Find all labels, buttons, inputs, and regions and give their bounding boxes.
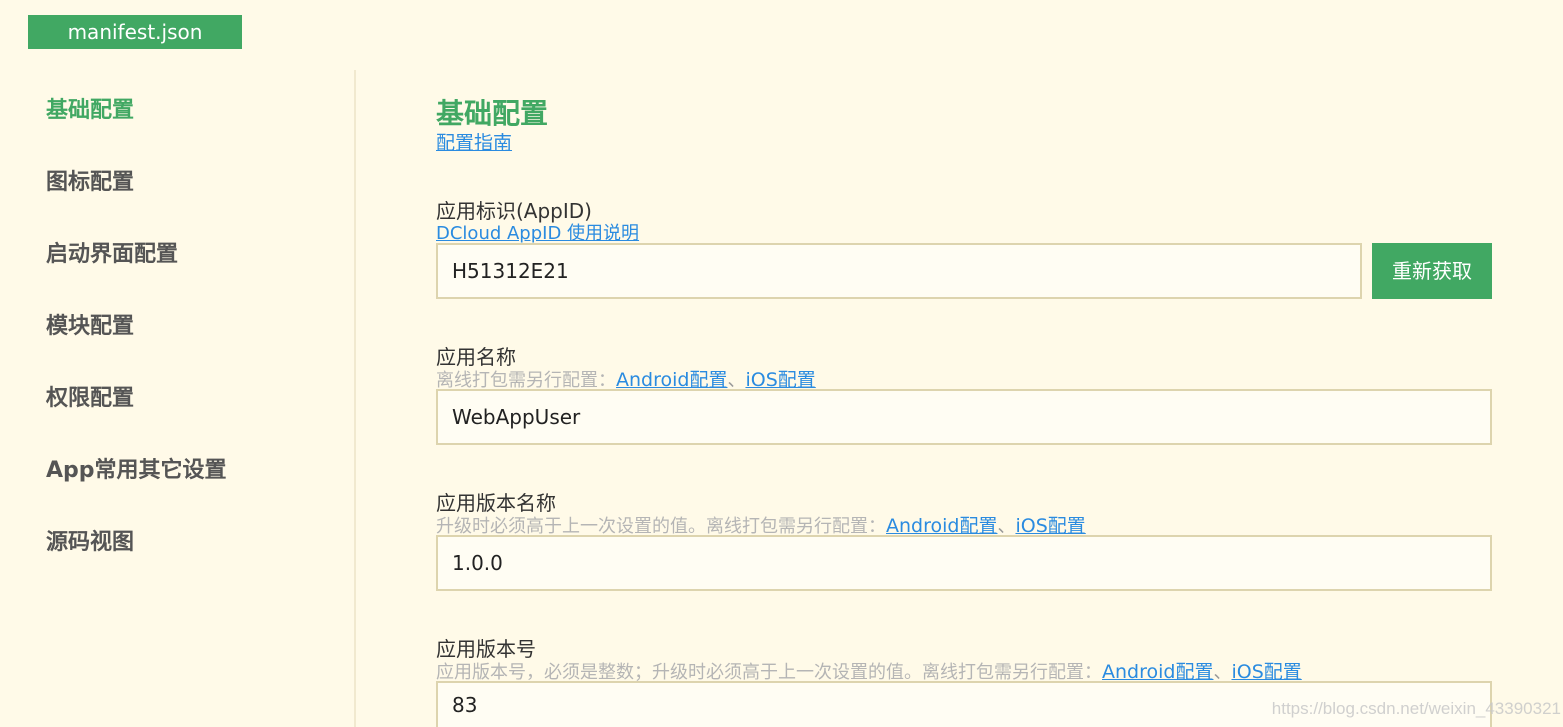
sidebar-item-permission-config[interactable]: 权限配置 — [46, 380, 134, 412]
appid-help-link[interactable]: DCloud AppID 使用说明 — [436, 219, 639, 245]
version-name-hint: 升级时必须高于上一次设置的值。离线打包需另行配置：Android配置、iOS配置 — [436, 511, 1086, 538]
tab-manifest-json[interactable]: manifest.json — [28, 15, 242, 49]
version-name-separator: 、 — [997, 516, 1016, 537]
app-name-separator: 、 — [727, 370, 746, 391]
sidebar-item-source-view[interactable]: 源码视图 — [46, 524, 134, 556]
version-code-android-link[interactable]: Android配置 — [1102, 661, 1213, 683]
watermark: https://blog.csdn.net/weixin_43390321 — [1271, 699, 1561, 718]
version-code-hint-text: 应用版本号，必须是整数；升级时必须高于上一次设置的值。离线打包需另行配置： — [436, 662, 1102, 683]
version-code-hint: 应用版本号，必须是整数；升级时必须高于上一次设置的值。离线打包需另行配置：And… — [436, 657, 1302, 684]
version-name-input[interactable] — [436, 535, 1492, 591]
sidebar-item-app-other-settings[interactable]: App常用其它设置 — [46, 452, 227, 484]
version-code-ios-link[interactable]: iOS配置 — [1231, 661, 1301, 683]
sidebar-item-splash-config[interactable]: 启动界面配置 — [46, 236, 178, 268]
app-name-ios-link[interactable]: iOS配置 — [745, 369, 815, 391]
version-name-android-link[interactable]: Android配置 — [886, 515, 997, 537]
config-guide-link[interactable]: 配置指南 — [436, 128, 512, 155]
version-name-hint-text: 升级时必须高于上一次设置的值。离线打包需另行配置： — [436, 516, 886, 537]
sidebar: 基础配置 图标配置 启动界面配置 模块配置 权限配置 App常用其它设置 源码视… — [0, 70, 356, 727]
sidebar-item-icon-config[interactable]: 图标配置 — [46, 164, 134, 196]
app-name-input[interactable] — [436, 389, 1492, 445]
page-title: 基础配置 — [436, 97, 549, 130]
sidebar-item-module-config[interactable]: 模块配置 — [46, 308, 134, 340]
appid-input[interactable] — [436, 243, 1362, 299]
version-name-ios-link[interactable]: iOS配置 — [1015, 515, 1085, 537]
app-name-android-link[interactable]: Android配置 — [616, 369, 727, 391]
version-code-separator: 、 — [1213, 662, 1232, 683]
app-name-hint: 离线打包需另行配置：Android配置、iOS配置 — [436, 365, 816, 392]
sidebar-item-basic-config[interactable]: 基础配置 — [46, 92, 134, 124]
refetch-appid-button[interactable]: 重新获取 — [1372, 243, 1492, 299]
app-name-hint-text: 离线打包需另行配置： — [436, 370, 616, 391]
